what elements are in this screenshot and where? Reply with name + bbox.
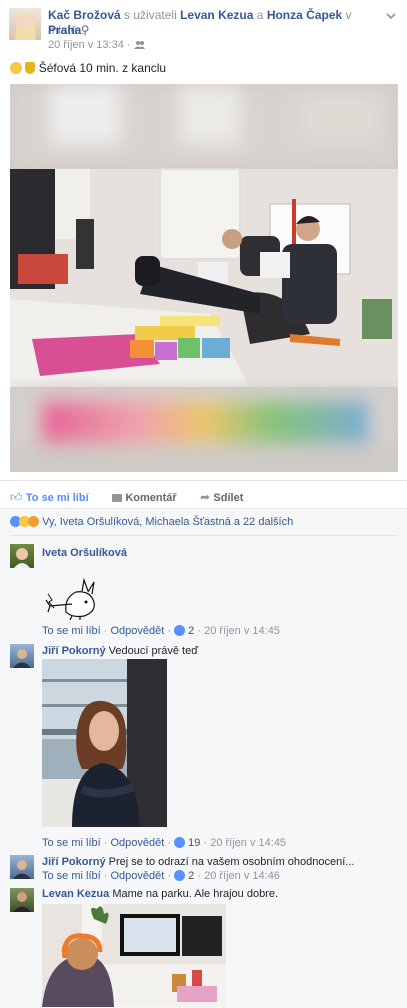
cartoon-sticker xyxy=(45,577,95,621)
sep: · xyxy=(167,625,172,637)
status-line: Šéfová 10 min. z kanclu xyxy=(10,61,166,75)
comment-like-link[interactable]: To se mi líbí xyxy=(42,625,101,637)
sep: · xyxy=(197,625,202,637)
comment-body: Levan Kezua Mame na parku. Ale hrajou do… xyxy=(42,888,278,900)
tagged-user-1[interactable]: Levan Kezua xyxy=(180,8,253,22)
avatar-photo xyxy=(15,12,36,40)
sep: · xyxy=(167,870,172,882)
post-header-line1: Kač Brožová s uživateli Levan Kezua a Ho… xyxy=(48,8,378,38)
comment-body: Jiří Pokorný Vedoucí právě teď xyxy=(42,645,198,657)
comment-time[interactable]: 20 říjen v 14:45 xyxy=(204,625,280,637)
comment-author[interactable]: Jiří Pokorný xyxy=(42,856,106,868)
sep: · xyxy=(103,625,108,637)
comment-reply-link[interactable]: Odpovědět xyxy=(110,837,164,849)
comment-reply-link[interactable]: Odpovědět xyxy=(110,625,164,637)
sep: · xyxy=(203,837,208,849)
comment-label: Komentář xyxy=(125,492,177,504)
sep: · xyxy=(103,837,108,849)
comment-reply-link[interactable]: Odpovědět xyxy=(110,870,164,882)
sep: · xyxy=(167,837,172,849)
action-bar: 👍︎ To se mi líbí Komentář ➦ Sdílet xyxy=(0,480,407,509)
post-photo-image xyxy=(10,84,398,472)
comment-actions: To se mi líbí · Odpovědět · 19 · 20 říje… xyxy=(42,837,286,849)
status-text: Šéfová 10 min. z kanclu xyxy=(38,61,167,75)
timestamp[interactable]: 20 říjen v 13:34 xyxy=(48,39,124,51)
speech-bubble-icon xyxy=(112,494,122,502)
comment-text: Mame na parku. Ale hrajou dobre. xyxy=(112,888,279,900)
friends-icon[interactable] xyxy=(133,40,145,49)
commenter-avatar[interactable] xyxy=(10,855,34,879)
like-count-icon xyxy=(174,870,186,881)
sep: · xyxy=(103,870,108,882)
wow-reaction-icon xyxy=(28,516,39,527)
sticker-image xyxy=(42,576,100,623)
reactions-summary[interactable]: Vy, Iveta Oršulíková, Michaela Šťastná a… xyxy=(10,516,293,528)
and-text: a xyxy=(256,8,264,22)
share-button[interactable]: ➦ Sdílet xyxy=(200,490,243,504)
comment-photo[interactable] xyxy=(42,904,226,1007)
like-button[interactable]: 👍︎ To se mi líbí xyxy=(10,490,89,505)
sep: · xyxy=(197,870,202,882)
author-avatar[interactable] xyxy=(9,8,41,40)
place-suffix: . xyxy=(81,23,85,37)
share-label: Sdílet xyxy=(213,492,244,504)
post-card: Kač Brožová s uživateli Levan Kezua a Ho… xyxy=(0,0,407,1008)
avatar-photo xyxy=(13,649,31,668)
like-count-icon xyxy=(174,837,186,848)
comment-like-link[interactable]: To se mi líbí xyxy=(42,837,101,849)
avatar-photo xyxy=(13,860,31,879)
share-arrow-icon: ➦ xyxy=(200,490,211,504)
comment-text: Vedoucí právě teď xyxy=(108,645,198,657)
post-meta: 20 říjen v 13:34 · xyxy=(48,39,145,51)
comment-actions: To se mi líbí · Odpovědět · 2 · 20 říjen… xyxy=(42,870,280,882)
comment-photo-image xyxy=(42,659,167,827)
comment-button[interactable]: Komentář xyxy=(112,490,177,504)
comment-time[interactable]: 20 říjen v 14:45 xyxy=(210,837,286,849)
comment-author[interactable]: Iveta Oršulíková xyxy=(42,547,127,559)
reactions-text: Vy, Iveta Oršulíková, Michaela Šťastná a… xyxy=(42,516,294,528)
with-text: s uživateli xyxy=(124,8,177,22)
like-label: To se mi líbí xyxy=(25,492,89,504)
commenter-avatar[interactable] xyxy=(10,888,34,912)
commenter-avatar[interactable] xyxy=(10,644,34,668)
comment-text: Prej se to odrazí na vašem osobním ohodn… xyxy=(108,856,355,868)
trophy-emoji-icon xyxy=(25,62,36,74)
comment-time[interactable]: 20 říjen v 14:46 xyxy=(204,870,280,882)
commenter-avatar[interactable] xyxy=(10,544,34,568)
comment-like-link[interactable]: To se mi líbí xyxy=(42,870,101,882)
like-count[interactable]: 2 xyxy=(188,625,194,637)
chevron-down-icon[interactable] xyxy=(386,9,396,20)
post-header-line2: Praha. xyxy=(48,23,85,38)
like-count[interactable]: 19 xyxy=(188,837,200,849)
post-photo[interactable] xyxy=(10,84,398,472)
divider xyxy=(10,535,398,536)
comment-actions: To se mi líbí · Odpovědět · 2 · 20 říjen… xyxy=(42,625,280,637)
comment-photo[interactable] xyxy=(42,659,167,827)
comment-author[interactable]: Levan Kezua xyxy=(42,888,109,900)
avatar-photo xyxy=(13,892,31,912)
thumbs-up-icon: 👍︎ xyxy=(10,490,23,504)
tagged-user-2[interactable]: Honza Čapek xyxy=(267,8,342,22)
meta-separator: · xyxy=(126,39,131,51)
comment-author[interactable]: Jiří Pokorný xyxy=(42,645,106,657)
like-count[interactable]: 2 xyxy=(188,870,194,882)
avatar-photo xyxy=(14,548,30,568)
author-name[interactable]: Kač Brožová xyxy=(48,8,121,22)
laughing-emoji-icon xyxy=(10,62,22,74)
like-count-icon xyxy=(174,625,186,636)
place-link[interactable]: Praha xyxy=(48,23,81,37)
comment-body: Jiří Pokorný Prej se to odrazí na vašem … xyxy=(42,856,402,868)
comment-photo-image xyxy=(42,904,226,1007)
